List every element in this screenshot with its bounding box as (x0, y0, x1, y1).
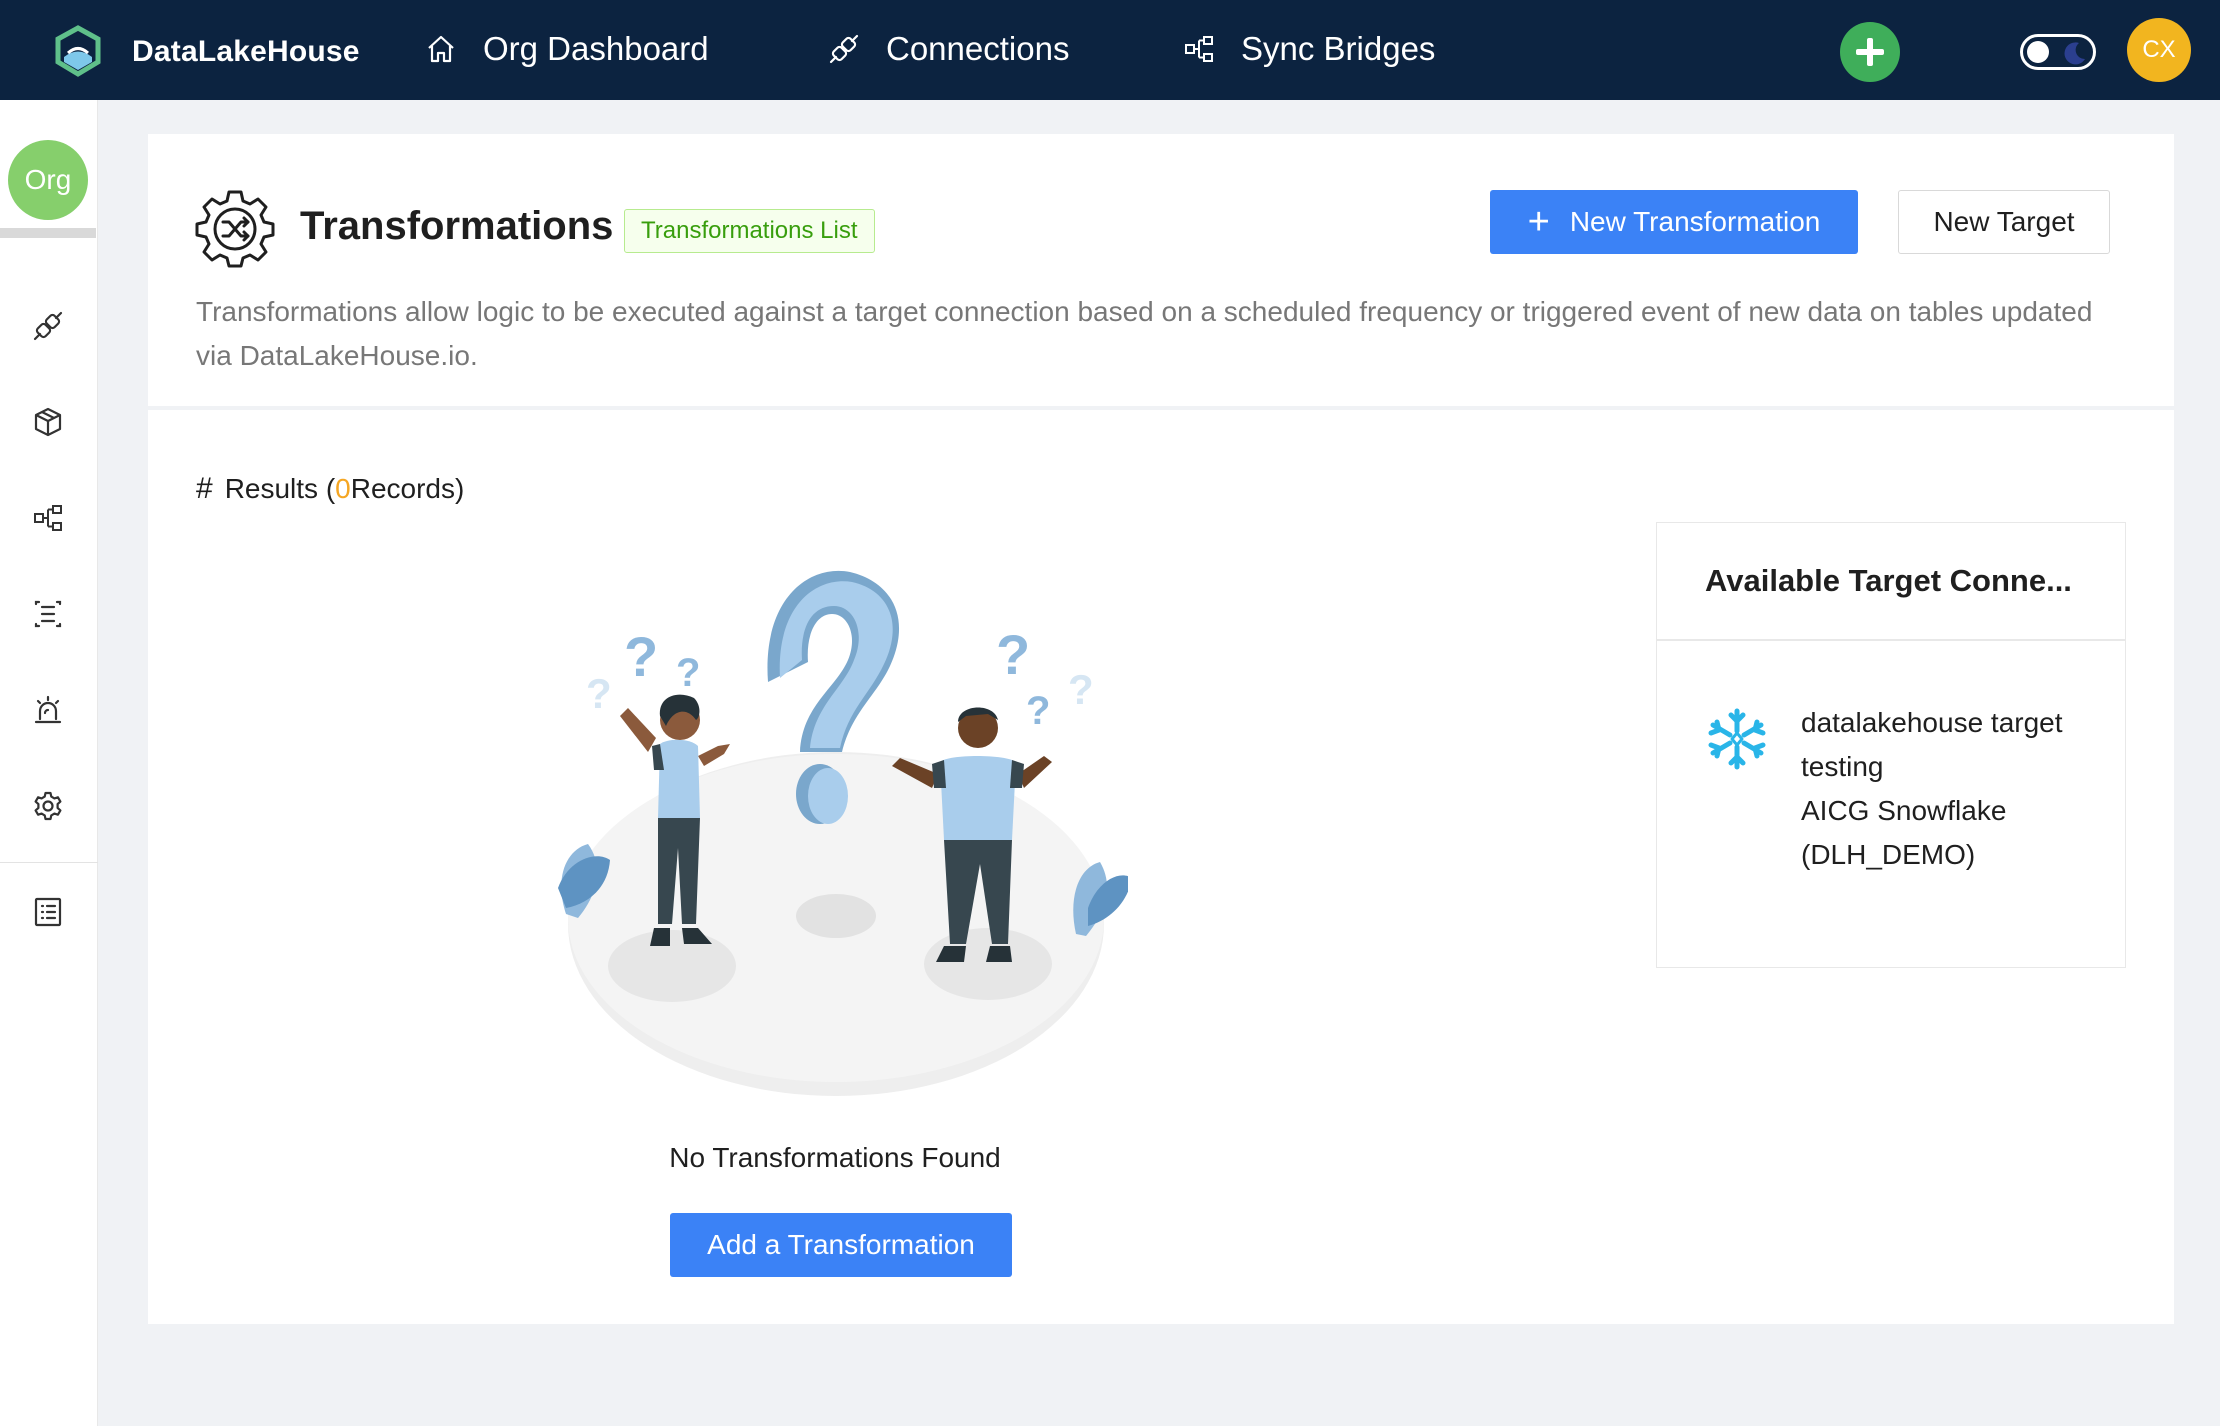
user-avatar[interactable]: CX (2127, 18, 2191, 82)
results-prefix: Results ( (224, 473, 336, 504)
left-sidebar: Org (0, 100, 98, 1426)
panel-divider (1657, 639, 2125, 641)
plus-icon: + (1527, 201, 1550, 243)
sidebar-item-settings[interactable] (30, 788, 66, 824)
datalakehouse-logo-icon (55, 25, 101, 77)
brand-name: DataLakeHouse (132, 35, 360, 68)
add-transformation-button[interactable]: Add a Transformation (670, 1213, 1012, 1277)
svg-text:?: ? (676, 651, 700, 695)
home-icon (428, 35, 454, 63)
svg-text:?: ? (624, 625, 658, 688)
results-count: # Results (0 Records) (196, 472, 464, 506)
nav-org-dashboard[interactable]: Org Dashboard (425, 24, 709, 74)
document-list-icon (34, 897, 62, 927)
transformations-list-tag: Transformations List (624, 209, 875, 253)
svg-text:?: ? (996, 623, 1030, 686)
transformations-gear-shuffle-icon (195, 190, 275, 268)
sidebar-separator (0, 862, 98, 863)
results-count-value: 0 (335, 473, 351, 504)
hash-icon: # (196, 472, 213, 505)
empty-state-message: No Transformations Found (669, 1142, 1001, 1173)
list-structure-icon (34, 600, 62, 628)
sidebar-item-sync-bridges[interactable] (30, 500, 66, 536)
svg-text:?: ? (1068, 666, 1094, 713)
new-transformation-button[interactable]: + New Transformation (1490, 190, 1858, 254)
sync-bridges-icon (34, 505, 62, 531)
connections-plug-icon (829, 34, 859, 64)
nav-connections-label: Connections (886, 30, 1070, 67)
nav-connections[interactable]: Connections (828, 24, 1069, 74)
org-divider (0, 228, 96, 238)
target-connection-database: AICG Snowflake (DLH_DEMO) (1801, 795, 2007, 870)
sidebar-item-alerts[interactable] (30, 692, 66, 728)
results-suffix: Records) (350, 473, 465, 504)
connections-icon (33, 311, 63, 341)
new-target-button[interactable]: New Target (1898, 190, 2110, 254)
available-targets-title: Available Target Conne... (1705, 563, 2072, 598)
sidebar-item-cube[interactable] (30, 404, 66, 440)
cube-icon (34, 407, 62, 437)
confused-people-illustration: ? ? ? ? ? ? (558, 570, 1128, 1096)
sidebar-item-logs[interactable] (30, 894, 66, 930)
available-targets-panel: Available Target Conne... datalakehouse … (1656, 522, 2126, 968)
global-add-button[interactable] (1840, 22, 1900, 82)
top-navigation-bar: DataLakeHouse Org Dashboard Connections … (0, 0, 2220, 100)
gear-icon (34, 791, 62, 821)
brand[interactable]: DataLakeHouse (50, 24, 360, 80)
moon-icon (2064, 42, 2085, 65)
org-avatar[interactable]: Org (8, 140, 88, 220)
page-title: Transformations (300, 204, 614, 248)
nav-sync-bridges-label: Sync Bridges (1241, 30, 1436, 67)
theme-toggle[interactable] (2020, 34, 2096, 70)
sidebar-item-connections[interactable] (30, 308, 66, 344)
alarm-icon (34, 695, 62, 724)
nav-sync-bridges[interactable]: Sync Bridges (1183, 24, 1435, 74)
plus-icon (1856, 38, 1884, 66)
sync-bridges-icon (1185, 36, 1213, 62)
svg-text:?: ? (1026, 689, 1050, 733)
nav-org-dashboard-label: Org Dashboard (483, 30, 709, 67)
svg-text:?: ? (586, 670, 612, 717)
new-transformation-label: New Transformation (1569, 206, 1821, 237)
toggle-knob (2027, 41, 2049, 63)
page-description: Transformations allow logic to be execut… (196, 296, 2093, 371)
sidebar-item-structure[interactable] (30, 596, 66, 632)
target-connection-name: datalakehouse target testing (1801, 707, 2063, 782)
snowflake-icon (1708, 708, 1766, 770)
